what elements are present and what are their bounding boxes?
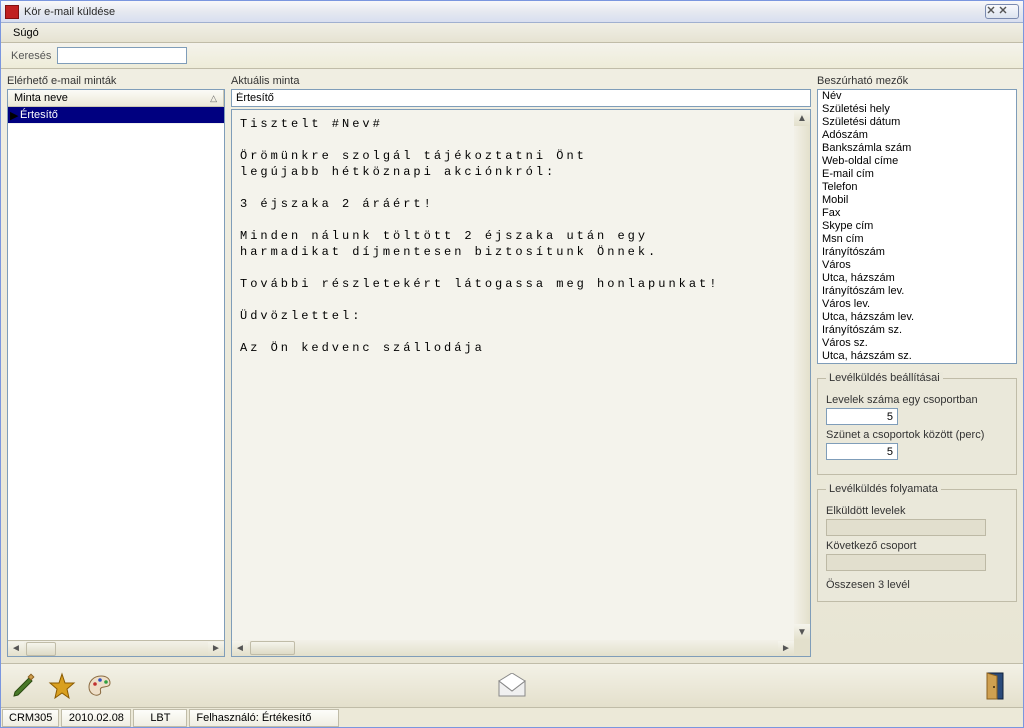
next-label: Következő csoport: [826, 540, 1008, 552]
list-item[interactable]: Utca, házszám lev.: [818, 311, 1016, 324]
progress-title: Levélküldés folyamata: [826, 483, 941, 495]
list-item[interactable]: E-mail cím: [818, 168, 1016, 181]
templates-panel: Elérhető e-mail minták Minta neve △ ▶Ért…: [7, 75, 225, 657]
toolbar: [1, 663, 1023, 707]
list-item[interactable]: Adószám: [818, 129, 1016, 142]
body-textarea[interactable]: [232, 110, 794, 656]
scroll-thumb[interactable]: [26, 642, 56, 656]
status-date: 2010.02.08: [61, 709, 131, 727]
list-item[interactable]: Telefon: [818, 181, 1016, 194]
next-value: [826, 554, 986, 571]
hscroll-thumb[interactable]: [250, 641, 295, 655]
fields-list[interactable]: NévSzületési helySzületési dátumAdószámB…: [817, 89, 1017, 364]
fields-section: Beszúrható mezők NévSzületési helySzület…: [817, 75, 1017, 364]
door-icon: [982, 671, 1010, 701]
list-item[interactable]: Irányítószám sz.: [818, 324, 1016, 337]
design-button[interactable]: [83, 669, 117, 703]
scroll-corner: [794, 640, 810, 656]
current-panel: Aktuális minta ▲ ▼ ◄ ►: [231, 75, 811, 657]
total-count: Összesen 3 levél: [826, 579, 1008, 591]
list-item[interactable]: Skype cím: [818, 220, 1016, 233]
list-item[interactable]: Msn cím: [818, 233, 1016, 246]
search-bar: Keresés: [1, 43, 1023, 69]
scroll-down-icon[interactable]: ▼: [794, 624, 810, 640]
settings-group: Levélküldés beállításai Levelek száma eg…: [817, 372, 1017, 475]
row-indicator-icon: ▶: [10, 109, 20, 122]
templates-body[interactable]: ▶Értesítő: [8, 107, 224, 640]
app-icon: [5, 5, 19, 19]
envelope-icon: [496, 673, 528, 699]
sort-asc-icon: △: [210, 93, 217, 104]
list-item[interactable]: Fax: [818, 207, 1016, 220]
search-input[interactable]: [57, 47, 187, 64]
templates-title: Elérhető e-mail minták: [7, 75, 225, 87]
search-label: Keresés: [11, 50, 51, 62]
list-item[interactable]: Név: [818, 90, 1016, 103]
scroll-right-icon[interactable]: ►: [208, 642, 224, 656]
titlebar: Kör e-mail küldése: [1, 1, 1023, 23]
group-count-label: Levelek száma egy csoportban: [826, 394, 1008, 406]
fields-title: Beszúrható mezők: [817, 75, 1017, 87]
status-code: CRM305: [2, 709, 59, 727]
status-user-short: LBT: [133, 709, 187, 727]
pause-input[interactable]: [826, 443, 898, 460]
list-item[interactable]: Város sz.: [818, 337, 1016, 350]
subject-input[interactable]: [231, 89, 811, 107]
sent-value: [826, 519, 986, 536]
templates-header: Minta neve △: [8, 90, 224, 107]
group-count-input[interactable]: [826, 408, 898, 425]
scroll-right-icon[interactable]: ►: [778, 641, 794, 655]
list-item[interactable]: Bankszámla szám: [818, 142, 1016, 155]
current-title: Aktuális minta: [231, 75, 811, 87]
star-icon: [48, 672, 76, 700]
list-item[interactable]: Születési hely: [818, 103, 1016, 116]
window-frame: Kör e-mail küldése Súgó Keresés Elérhető…: [0, 0, 1024, 728]
menubar: Súgó: [1, 23, 1023, 43]
settings-title: Levélküldés beállításai: [826, 372, 943, 384]
hscroll-track[interactable]: [248, 641, 778, 655]
right-panel: Beszúrható mezők NévSzületési helySzület…: [817, 75, 1017, 657]
list-item[interactable]: Mobil: [818, 194, 1016, 207]
new-button[interactable]: [45, 669, 79, 703]
content-area: Elérhető e-mail minták Minta neve △ ▶Ért…: [1, 69, 1023, 663]
list-item[interactable]: Utca, házszám: [818, 272, 1016, 285]
templates-grid: Minta neve △ ▶Értesítő ◄ ►: [7, 89, 225, 657]
pencil-icon: [10, 672, 38, 700]
sent-label: Elküldött levelek: [826, 505, 1008, 517]
body-vscroll[interactable]: ▲ ▼: [794, 110, 810, 640]
window-title: Kör e-mail küldése: [24, 6, 981, 18]
list-item[interactable]: Utca, házszám sz.: [818, 350, 1016, 363]
palette-icon: [86, 672, 114, 700]
edit-button[interactable]: [7, 669, 41, 703]
pause-label: Szünet a csoportok között (perc): [826, 429, 1008, 441]
send-button[interactable]: [495, 669, 529, 703]
scroll-track[interactable]: [24, 642, 208, 656]
status-user-long: Felhasználó: Értékesítő: [189, 709, 339, 727]
list-item[interactable]: Irányítószám lev.: [818, 285, 1016, 298]
template-name: Értesítő: [20, 109, 58, 121]
templates-column-label: Minta neve: [14, 92, 68, 104]
scroll-left-icon[interactable]: ◄: [8, 642, 24, 656]
list-item[interactable]: Város lev.: [818, 298, 1016, 311]
menu-help[interactable]: Súgó: [7, 25, 45, 41]
list-item[interactable]: Web-oldal címe: [818, 155, 1016, 168]
close-icon: [986, 5, 1008, 14]
exit-button[interactable]: [979, 669, 1013, 703]
close-button[interactable]: [985, 4, 1019, 19]
list-item[interactable]: Születési dátum: [818, 116, 1016, 129]
table-row[interactable]: ▶Értesítő: [8, 107, 224, 124]
list-item[interactable]: Irányítószám: [818, 246, 1016, 259]
scroll-left-icon[interactable]: ◄: [232, 641, 248, 655]
scroll-up-icon[interactable]: ▲: [794, 110, 810, 126]
body-wrap: ▲ ▼ ◄ ►: [231, 109, 811, 657]
vscroll-track[interactable]: [794, 126, 810, 624]
body-hscroll[interactable]: ◄ ►: [232, 640, 810, 656]
statusbar: CRM305 2010.02.08 LBT Felhasználó: Érték…: [1, 707, 1023, 727]
list-item[interactable]: Város: [818, 259, 1016, 272]
progress-group: Levélküldés folyamata Elküldött levelek …: [817, 483, 1017, 602]
templates-column-header[interactable]: Minta neve △: [8, 90, 224, 106]
templates-hscroll[interactable]: ◄ ►: [8, 640, 224, 656]
